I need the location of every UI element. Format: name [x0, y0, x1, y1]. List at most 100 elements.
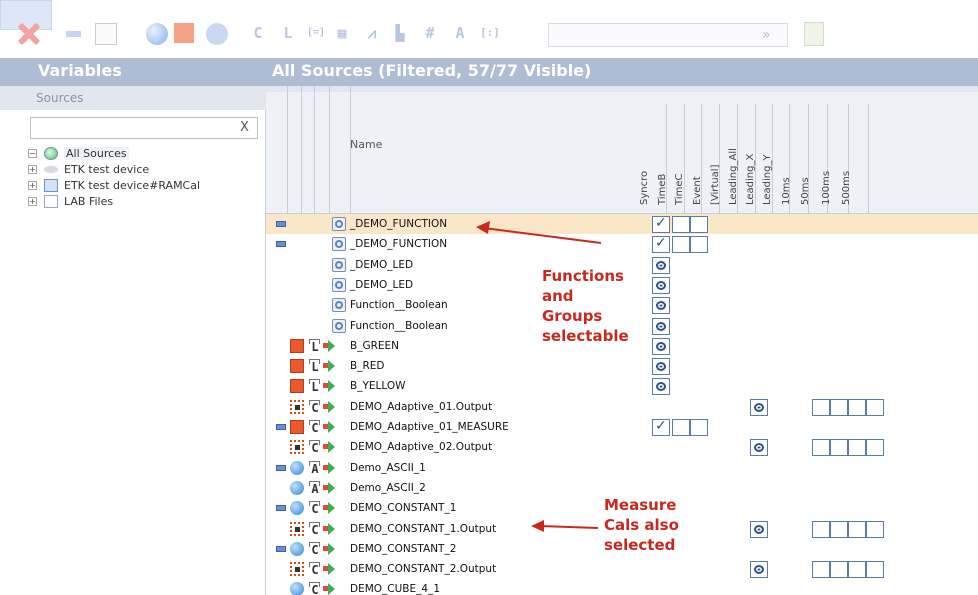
group-marker-icon	[276, 505, 286, 512]
bar-chart-icon[interactable]: ▙	[390, 23, 410, 43]
syncro-cell[interactable]	[652, 235, 670, 254]
leading-all-cell[interactable]	[750, 398, 768, 416]
syncro-cell[interactable]	[652, 317, 670, 335]
rate-cell[interactable]	[866, 520, 884, 538]
grid-header: Name Syncro TimeB TimeC Event [Virtual] Leadi…	[266, 86, 978, 214]
type-c-icon: C	[307, 439, 323, 455]
globe-icon	[44, 147, 58, 160]
syncro-cell[interactable]	[652, 378, 670, 396]
collapse-toggle-icon[interactable]: −	[28, 149, 37, 158]
syncro-cell[interactable]	[652, 337, 670, 355]
table-row[interactable]: L B_YELLOW	[266, 376, 978, 396]
annotation-line: Measure	[604, 496, 677, 514]
timec-cell[interactable]	[690, 419, 708, 436]
clear-search-button[interactable]: X	[240, 120, 249, 135]
lookup-icon[interactable]: L	[278, 23, 298, 43]
ascii-icon[interactable]: A	[450, 23, 470, 43]
leading-all-cell[interactable]	[750, 439, 768, 457]
rate-cell[interactable]	[866, 561, 884, 579]
syncro-cell[interactable]	[652, 276, 670, 294]
timec-cell[interactable]	[690, 236, 708, 254]
measure-square-icon	[290, 338, 304, 353]
column-header-name[interactable]: Name	[350, 138, 382, 151]
chip-icon	[290, 399, 304, 414]
square-icon[interactable]	[174, 23, 194, 43]
expand-toggle-icon[interactable]: +	[28, 165, 37, 174]
edit-note-icon[interactable]	[804, 22, 824, 46]
rate-cell[interactable]	[812, 561, 830, 579]
rate-cell[interactable]	[830, 439, 848, 457]
timeb-cell[interactable]	[672, 236, 690, 254]
leading-all-cell[interactable]	[750, 520, 768, 538]
matrix-icon[interactable]: [:]	[480, 23, 500, 43]
rate-cell[interactable]	[848, 520, 866, 538]
link-arrow-icon	[323, 563, 335, 576]
syncro-cell[interactable]	[652, 358, 670, 376]
toolbar-combo[interactable]	[548, 23, 788, 47]
rate-cell[interactable]	[812, 398, 830, 416]
rate-cell[interactable]	[848, 398, 866, 416]
annotation-line: Cals also	[604, 516, 679, 534]
rate-cell[interactable]	[848, 561, 866, 579]
type-l-icon: L	[307, 338, 323, 354]
row-name-label: DEMO_Adaptive_01_MEASURE	[350, 421, 509, 433]
rate-cell[interactable]	[812, 439, 830, 457]
timeb-cell[interactable]	[672, 216, 690, 233]
wave-icon[interactable]	[206, 23, 228, 45]
expand-toggle-icon[interactable]: +	[28, 181, 37, 190]
search-input[interactable]	[30, 117, 258, 139]
syncro-cell[interactable]	[652, 256, 670, 274]
delete-icon[interactable]	[16, 21, 42, 47]
grid-icon[interactable]: ▦	[332, 23, 352, 43]
row-name-label: Demo_ASCII_1	[350, 461, 426, 474]
link-arrow-icon	[323, 380, 335, 393]
rate-cell[interactable]	[866, 398, 884, 416]
table-row[interactable]: _DEMO_FUNCTION	[266, 214, 978, 234]
table-row[interactable]: C DEMO_Adaptive_01_MEASURE	[266, 417, 978, 437]
syncro-cell[interactable]	[652, 418, 670, 436]
variables-panel: Sources X − All Sources + ETK test devic…	[0, 86, 266, 595]
timeb-cell[interactable]	[672, 419, 690, 436]
collapse-icon[interactable]	[66, 31, 81, 37]
table-row[interactable]: _DEMO_FUNCTION	[266, 234, 978, 254]
timec-cell[interactable]	[690, 216, 708, 233]
function-icon	[332, 298, 346, 313]
table-row[interactable]: C DEMO_CUBE_4_1	[266, 579, 978, 595]
type-c-icon: C	[307, 419, 323, 435]
rate-cell[interactable]	[866, 439, 884, 457]
rate-cell[interactable]	[830, 398, 848, 416]
rate-cell[interactable]	[830, 561, 848, 579]
table-row[interactable]: A Demo_ASCII_1	[266, 458, 978, 478]
expand-toggle-icon[interactable]: +	[28, 197, 37, 206]
table-row[interactable]: C DEMO_CONSTANT_2.Output	[266, 559, 978, 579]
chip-icon	[290, 562, 304, 577]
group-marker-icon	[276, 221, 286, 227]
row-name-label: _DEMO_LED	[350, 278, 414, 291]
syncro-cell[interactable]	[652, 215, 670, 233]
table-row[interactable]: C DEMO_Adaptive_01.Output	[266, 397, 978, 417]
syncro-cell[interactable]	[652, 297, 670, 315]
rate-cell[interactable]	[830, 520, 848, 538]
row-name-label: Function__Boolean	[350, 319, 448, 332]
range-icon[interactable]: [=]	[306, 23, 326, 43]
chevron-down-icon[interactable]: »	[762, 27, 771, 43]
blank-box-icon[interactable]	[95, 23, 117, 45]
constant-icon[interactable]: C	[248, 23, 268, 43]
column-header-500ms[interactable]: 500ms	[841, 97, 866, 209]
tree-item-label: ETK test device#RAMCal	[64, 179, 201, 192]
column-header-label: Syncro	[639, 170, 650, 205]
hash-icon[interactable]: #	[420, 23, 440, 43]
type-c-icon: C	[307, 581, 323, 595]
annotation-line: Groups	[542, 307, 603, 325]
link-arrow-icon	[323, 583, 335, 595]
measure-square-icon	[290, 359, 304, 374]
sphere-icon[interactable]	[146, 23, 168, 45]
row-name-label: DEMO_CONSTANT_1	[350, 502, 457, 515]
leading-all-cell[interactable]	[750, 561, 768, 579]
table-row[interactable]: L B_RED	[266, 356, 978, 376]
line-chart-icon[interactable]: ⩘	[362, 23, 382, 43]
rate-cell[interactable]	[812, 520, 830, 538]
row-name-label: DEMO_Adaptive_01.Output	[350, 400, 493, 413]
rate-cell[interactable]	[848, 439, 866, 457]
table-row[interactable]: C DEMO_Adaptive_02.Output	[266, 437, 978, 457]
